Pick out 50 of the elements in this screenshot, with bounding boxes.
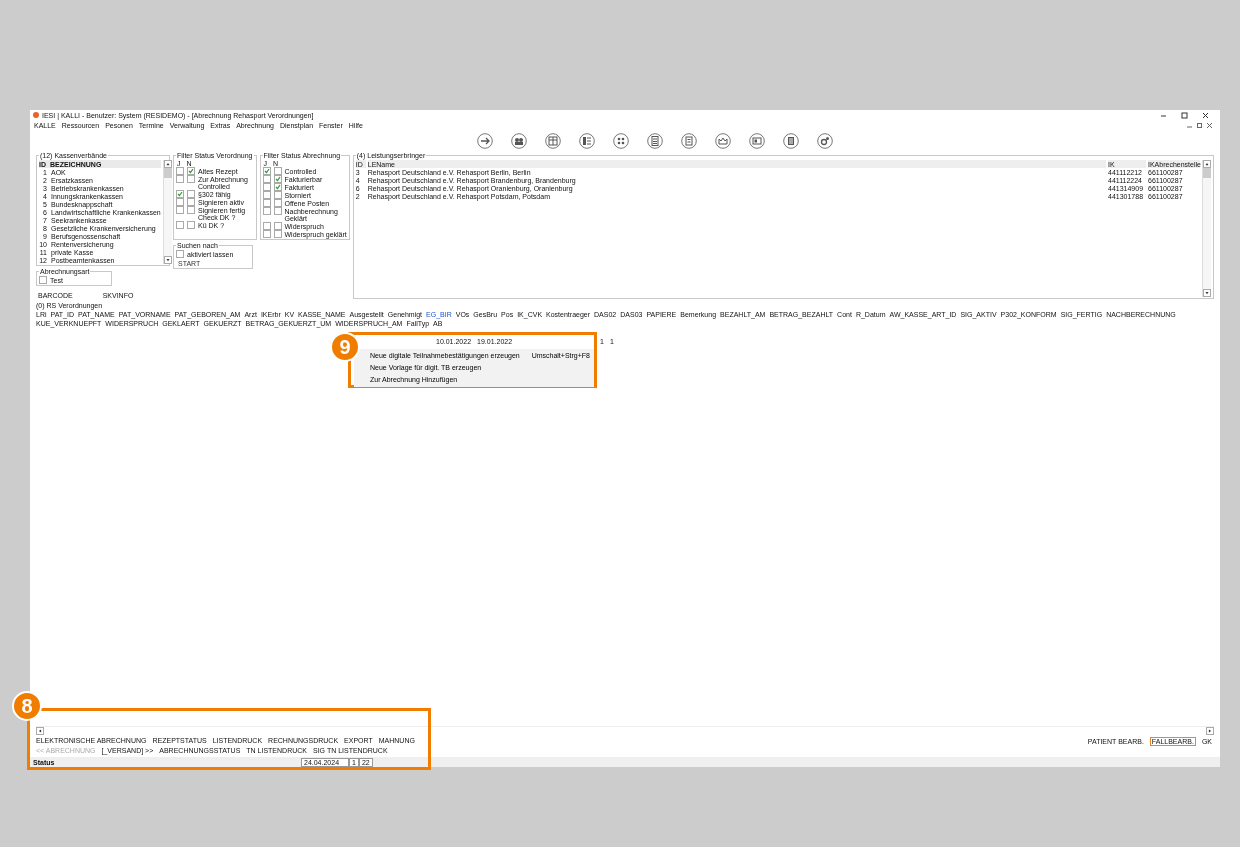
- checkbox[interactable]: [39, 276, 47, 284]
- scroll-thumb[interactable]: [1203, 168, 1211, 178]
- calculator-icon[interactable]: [647, 133, 663, 149]
- sheet-icon[interactable]: [783, 133, 799, 149]
- crown-icon[interactable]: [715, 133, 731, 149]
- scroll-arrow-icon[interactable]: [36, 727, 44, 735]
- restore-icon[interactable]: [1197, 122, 1202, 128]
- checkbox[interactable]: [176, 167, 184, 175]
- card-icon[interactable]: [749, 133, 765, 149]
- checkbox[interactable]: [262, 199, 271, 207]
- checkbox[interactable]: [273, 199, 282, 207]
- close-icon[interactable]: [1202, 111, 1209, 119]
- scroll-arrow-icon[interactable]: [163, 160, 172, 168]
- checkbox[interactable]: [187, 221, 195, 229]
- scroll-arrow-icon[interactable]: [163, 256, 172, 264]
- checkbox[interactable]: [187, 198, 195, 206]
- people-icon[interactable]: [511, 133, 527, 149]
- checkbox[interactable]: [176, 175, 184, 183]
- checkbox[interactable]: [273, 207, 282, 215]
- checkbox[interactable]: [187, 206, 195, 214]
- callout-badge: 8: [12, 691, 42, 721]
- scroll-arrow-icon[interactable]: [1203, 160, 1211, 168]
- checkbox[interactable]: [176, 221, 184, 229]
- checkbox[interactable]: [273, 222, 282, 230]
- scroll-thumb[interactable]: [163, 168, 172, 178]
- scroll-arrow-icon[interactable]: [1203, 289, 1211, 297]
- checkbox[interactable]: [187, 175, 195, 183]
- list-icon[interactable]: [579, 133, 595, 149]
- document-icon[interactable]: [681, 133, 697, 149]
- scroll-arrow-icon[interactable]: [1206, 727, 1214, 735]
- checkbox[interactable]: [262, 175, 271, 183]
- checkbox[interactable]: [262, 183, 271, 191]
- app-logo-icon: [33, 112, 39, 118]
- close-icon[interactable]: [1207, 122, 1212, 128]
- grid-icon[interactable]: [613, 133, 629, 149]
- table-icon[interactable]: [545, 133, 561, 149]
- checkbox[interactable]: [273, 167, 282, 175]
- callout-badge: 9: [330, 332, 360, 362]
- checkbox[interactable]: [262, 230, 271, 238]
- checkbox[interactable]: [262, 207, 271, 215]
- checkbox[interactable]: [187, 190, 195, 198]
- checkbox[interactable]: [262, 222, 271, 230]
- checkbox[interactable]: [176, 206, 184, 214]
- checkbox[interactable]: [273, 191, 282, 199]
- checkbox[interactable]: [273, 230, 282, 238]
- checkbox[interactable]: [176, 250, 184, 258]
- maximize-icon[interactable]: [1181, 111, 1188, 119]
- checkbox[interactable]: [262, 191, 271, 199]
- checkbox[interactable]: [176, 198, 184, 206]
- gear-icon[interactable]: [817, 133, 833, 149]
